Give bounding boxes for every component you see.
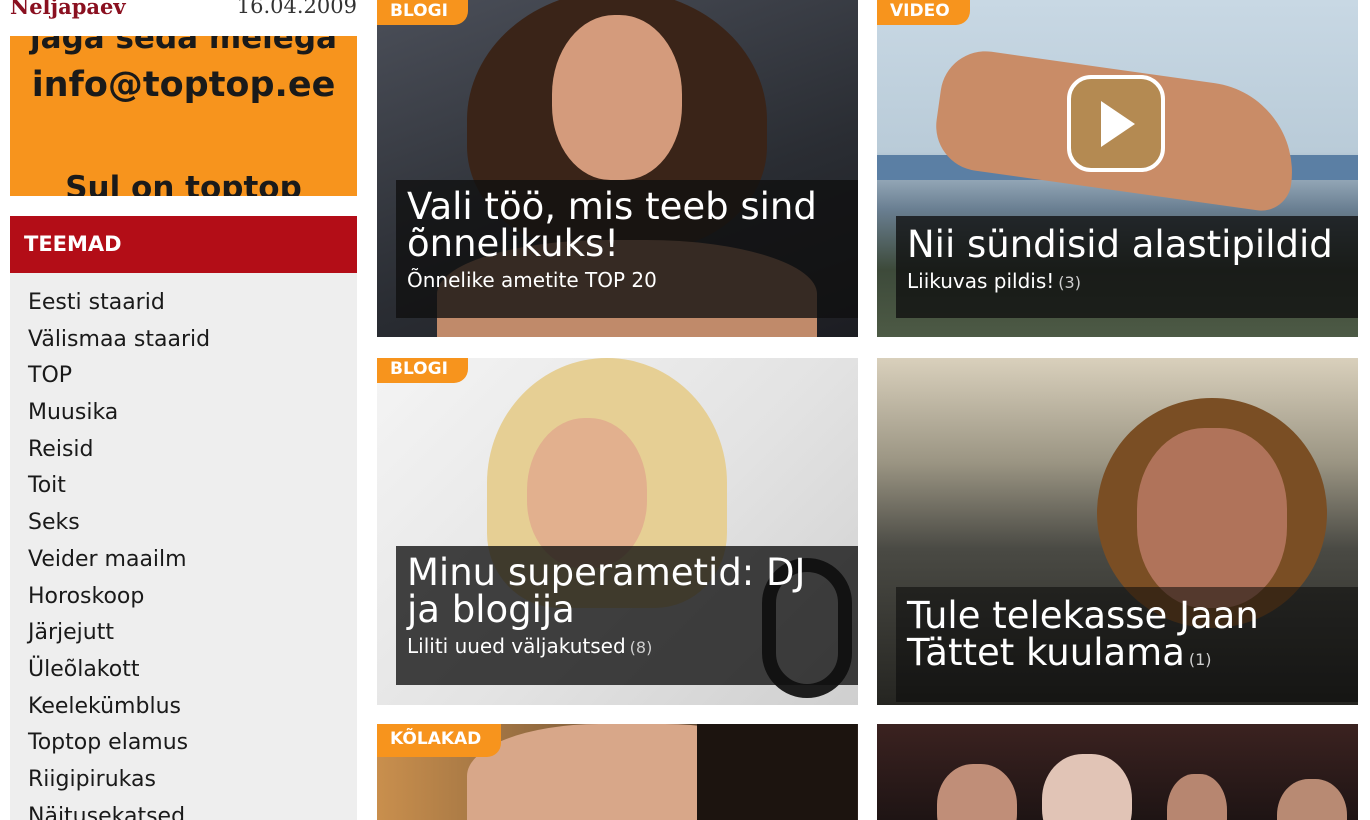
photo-band-member [1277,779,1347,820]
sidebar-item-eesti-staarid[interactable]: Eesti staarid [10,285,357,322]
date-label: 16.04.2009 [236,0,357,18]
topics-heading: TEEMAD [10,216,357,273]
card-title[interactable]: Tule telekasse Jaan Tättet kuulama (1) [907,597,1348,678]
topics-sidebar: TEEMAD Eesti staarid Välismaa staarid TO… [10,216,357,820]
category-tag[interactable]: BLOGI [377,358,468,383]
card-caption: Nii sündisid alastipildid Liikuvas pildi… [896,216,1358,318]
sidebar-item-uleolakott[interactable]: Üleõlakott [10,652,357,689]
play-icon[interactable] [1067,75,1165,172]
article-card-gossip[interactable]: KÕLAKAD [377,724,858,820]
sidebar-item-toit[interactable]: Toit [10,468,357,505]
card-subtitle: Õnnelike ametite TOP 20 [407,268,848,292]
photo-band-member [1042,754,1132,820]
sidebar-item-naitusekatsed[interactable]: Näitusekatsed [10,799,357,820]
promo-banner[interactable]: jaga seda meiega info@toptop.ee Sul on t… [10,36,357,196]
category-tag[interactable]: KÕLAKAD [377,724,502,757]
sidebar-item-keelekumblus[interactable]: Keelekümblus [10,689,357,726]
article-card-tv[interactable]: Tule telekasse Jaan Tättet kuulama (1) [877,358,1358,705]
promo-line-question: Sul on toptop infot? [65,170,302,196]
card-caption: Vali töö, mis teeb sind õnnelikuks! Õnne… [396,180,858,318]
promo-email[interactable]: info@toptop.ee [10,65,357,105]
sidebar-item-muusika[interactable]: Muusika [10,395,357,432]
article-card-band[interactable] [877,724,1358,820]
weekday-label: Neljapaev [10,0,126,19]
sidebar-item-reisid[interactable]: Reisid [10,432,357,469]
photo-man-face [1137,428,1287,608]
article-card-dj-blogger[interactable]: BLOGI Minu superametid: DJ ja blogija Li… [377,358,858,705]
promo-line-share: jaga seda meiega [30,36,337,56]
card-subtitle-text: Liikuvas pildis! [907,269,1055,293]
card-caption: Minu superametid: DJ ja blogija Liliti u… [396,546,858,685]
photo-band-member [1167,774,1227,820]
category-tag[interactable]: BLOGI [377,0,468,25]
card-title[interactable]: Vali töö, mis teeb sind õnnelikuks! [407,188,848,262]
category-tag[interactable]: VIDEO [877,0,970,25]
sidebar-item-valismaa-staarid[interactable]: Välismaa staarid [10,322,357,359]
sidebar-item-toptop-elamus[interactable]: Toptop elamus [10,725,357,762]
card-subtitle-text: Õnnelike ametite TOP 20 [407,268,657,292]
photo-woman-hair [697,724,857,820]
comment-count[interactable]: (3) [1058,273,1081,292]
card-caption: Tule telekasse Jaan Tättet kuulama (1) [896,587,1358,702]
article-card-job-happiness[interactable]: BLOGI Vali töö, mis teeb sind õnnelikuks… [377,0,858,337]
photo-woman-face [552,15,682,180]
sidebar-item-horoskoop[interactable]: Horoskoop [10,579,357,616]
sidebar-item-top[interactable]: TOP [10,358,357,395]
comment-count[interactable]: (8) [630,638,653,657]
article-card-video[interactable]: VIDEO Nii sündisid alastipildid Liikuvas… [877,0,1358,337]
date-bar: Neljapaev 16.04.2009 [10,0,357,22]
comment-count[interactable]: (1) [1189,650,1212,669]
sidebar-item-riigipirukas[interactable]: Riigipirukas [10,762,357,799]
card-title[interactable]: Nii sündisid alastipildid [907,226,1348,263]
card-subtitle-text: Liliti uued väljakutsed [407,634,626,658]
topics-list: Eesti staarid Välismaa staarid TOP Muusi… [10,273,357,820]
sidebar-item-seks[interactable]: Seks [10,505,357,542]
card-title[interactable]: Minu superametid: DJ ja blogija [407,554,848,628]
photo-band-member [937,764,1017,820]
sidebar-item-veider-maailm[interactable]: Veider maailm [10,542,357,579]
sidebar-item-jarjejutt[interactable]: Järjejutt [10,615,357,652]
card-subtitle: Liikuvas pildis! (3) [907,269,1348,293]
card-subtitle: Liliti uued väljakutsed (8) [407,634,848,658]
